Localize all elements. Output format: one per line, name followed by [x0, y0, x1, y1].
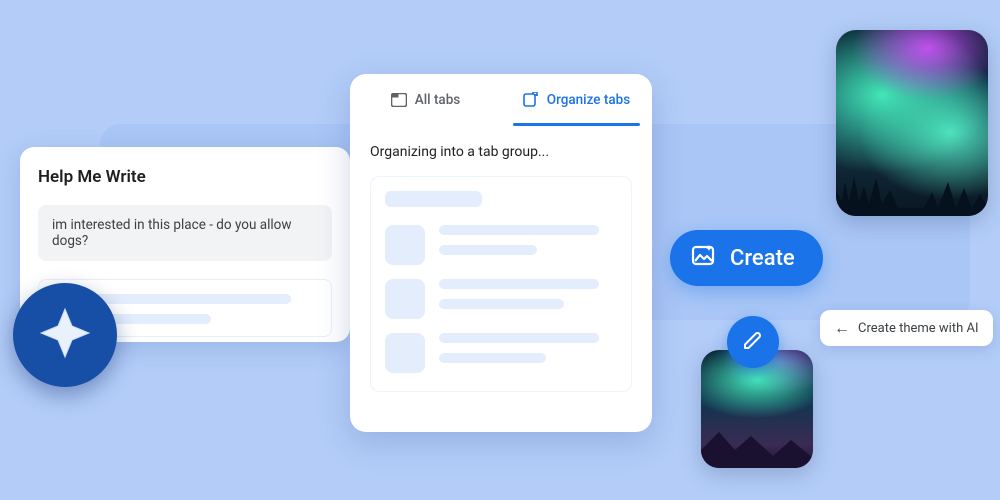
tab-group-skeleton [370, 176, 632, 392]
help-me-write-input[interactable]: im interested in this place - do you all… [38, 205, 332, 261]
skeleton-line [385, 191, 482, 207]
skeleton-row [385, 225, 617, 265]
skeleton-row [385, 279, 617, 319]
create-theme-chip[interactable]: ← Create theme with AI [820, 310, 993, 346]
theme-image-large [836, 30, 988, 216]
ai-spark-badge [13, 283, 117, 387]
tab-icon [391, 93, 407, 107]
help-me-write-title: Help Me Write [38, 167, 332, 187]
skeleton-line [439, 279, 599, 289]
create-theme-label: Create theme with AI [858, 321, 979, 336]
create-button-label: Create [730, 246, 795, 271]
tab-label: Organize tabs [547, 92, 630, 108]
skeleton-square [385, 225, 425, 265]
tab-bar: All tabs Organize tabs [350, 74, 652, 126]
edit-theme-button[interactable] [727, 316, 779, 368]
image-sparkle-icon [690, 242, 716, 274]
create-button[interactable]: Create [670, 230, 823, 286]
skeleton-line [439, 299, 564, 309]
treeline-icon [836, 168, 988, 216]
skeleton-line [439, 333, 599, 343]
skeleton-row [385, 333, 617, 373]
pencil-icon [741, 328, 765, 356]
organize-tabs-card: All tabs Organize tabs Organizing into a… [350, 74, 652, 432]
tab-organize-tabs[interactable]: Organize tabs [501, 74, 652, 126]
skeleton-line [439, 245, 537, 255]
skeleton-line [439, 353, 546, 363]
tab-label: All tabs [415, 92, 461, 108]
sparkle-icon [37, 305, 93, 365]
skeleton-square [385, 333, 425, 373]
mountain-icon [701, 422, 813, 468]
aurora-art [836, 30, 988, 216]
organize-icon [523, 92, 539, 108]
tab-all-tabs[interactable]: All tabs [350, 74, 501, 126]
skeleton-line [439, 225, 599, 235]
arrow-left-icon: ← [834, 320, 850, 336]
skeleton-square [385, 279, 425, 319]
organize-status-text: Organizing into a tab group... [370, 144, 632, 160]
